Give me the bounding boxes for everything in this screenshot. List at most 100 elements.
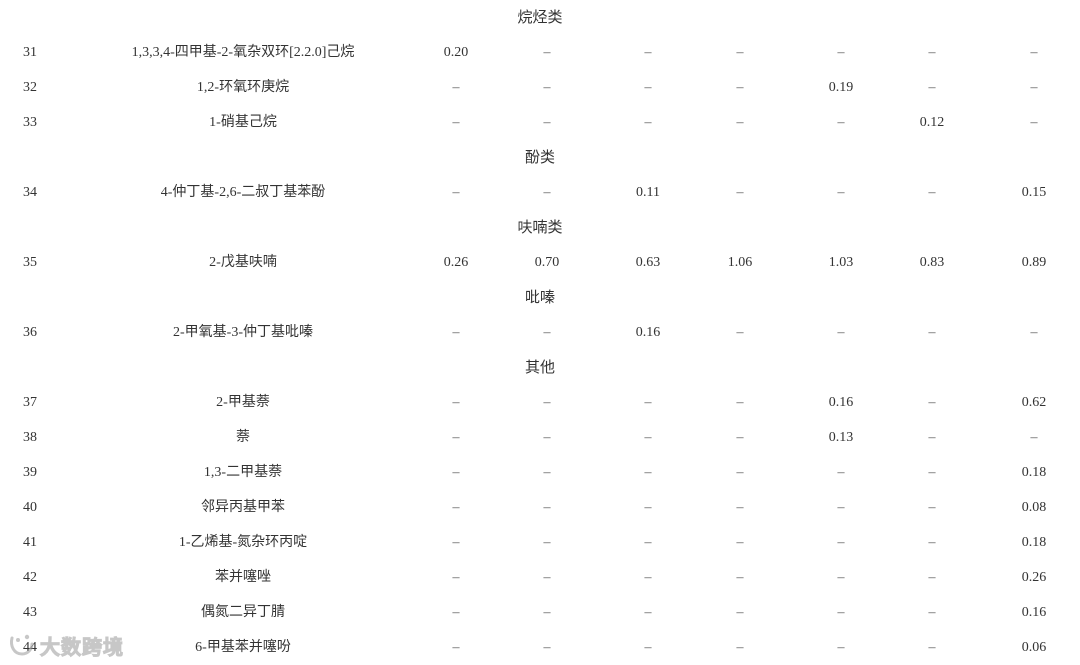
table-row: 44 6-甲基苯并噻吩 – – – – – –0.06: [0, 630, 1080, 665]
row-number: 31: [23, 45, 37, 60]
value-cell: 0.63: [635, 255, 661, 270]
value-cell: 0.18: [1021, 465, 1047, 480]
table-row: 38 萘 – – – – 0.13 – –: [0, 420, 1080, 455]
value-cell: –: [452, 605, 460, 620]
value-cell: 0.70: [534, 255, 560, 270]
value-cell: –: [644, 115, 652, 130]
table-row: 35 2-戊基呋喃 0.26 0.70 0.63 1.06 1.03 0.83 0.89: [0, 245, 1080, 280]
compound-name: 1,3,3,4-四甲基-2-氧杂双环[2.2.0]己烷: [131, 45, 355, 60]
value-cell: 0.15: [1021, 185, 1047, 200]
row-number: 42: [23, 570, 37, 585]
value-cell: –: [452, 395, 460, 410]
value-cell: –: [543, 45, 551, 60]
compound-name: 2-甲基萘: [216, 395, 270, 410]
watermark-text: 大数跨境: [40, 634, 124, 659]
value-cell: –: [928, 395, 936, 410]
row-number: 35: [23, 255, 37, 270]
compound-table: 烷烃类 31 1,3,3,4-四甲基-2-氧杂双环[2.2.0]己烷 0.20 – – – –…: [0, 0, 1080, 665]
value-cell: –: [452, 640, 460, 655]
value-cell: –: [543, 640, 551, 655]
value-cell: –: [736, 500, 744, 515]
compound-name: 邻异丙基甲苯: [201, 500, 285, 515]
value-cell: –: [928, 570, 936, 585]
value-cell: –: [644, 640, 652, 655]
row-number: 37: [23, 395, 37, 410]
value-cell: –: [452, 185, 460, 200]
section-header: 酚类: [524, 148, 555, 166]
value-cell: –: [736, 465, 744, 480]
row-number: 33: [23, 115, 37, 130]
value-cell: –: [837, 325, 845, 340]
value-cell: 0.18: [1021, 535, 1047, 550]
value-cell: 0.26: [1021, 570, 1047, 585]
row-number: 43: [23, 605, 37, 620]
value-cell: –: [1030, 45, 1038, 60]
value-cell: –: [452, 570, 460, 585]
value-cell: –: [543, 395, 551, 410]
table-row: 31 1,3,3,4-四甲基-2-氧杂双环[2.2.0]己烷 0.20 – – – – – –: [0, 35, 1080, 70]
value-cell: 0.83: [919, 255, 945, 270]
table-row: 37 2-甲基萘 – – – – 0.16 – 0.62: [0, 385, 1080, 420]
value-cell: –: [736, 535, 744, 550]
compound-name: 1,3-二甲基萘: [203, 465, 283, 480]
value-cell: –: [837, 535, 845, 550]
value-cell: –: [837, 465, 845, 480]
compound-name: 苯并噻唑: [215, 570, 271, 585]
table-row: 40 邻异丙基甲苯 – – – – – – 0.08: [0, 490, 1080, 525]
smile-logo-icon: [10, 634, 34, 656]
value-cell: –: [928, 185, 936, 200]
value-cell: 1.06: [727, 255, 753, 270]
value-cell: –: [928, 465, 936, 480]
compound-name: 偶氮二异丁腈: [201, 605, 285, 620]
value-cell: –: [452, 430, 460, 445]
value-cell: –: [837, 570, 845, 585]
value-cell: –: [837, 640, 845, 655]
value-cell: 0.11: [636, 185, 660, 200]
value-cell: –: [644, 80, 652, 95]
value-cell: –: [644, 395, 652, 410]
value-cell: –: [928, 640, 936, 655]
value-cell: –: [1030, 325, 1038, 340]
value-cell: –: [452, 115, 460, 130]
section-header: 呋喃类: [517, 218, 563, 236]
value-cell: –: [928, 325, 936, 340]
value-cell: –: [1030, 80, 1038, 95]
value-cell: 0.62: [1021, 395, 1047, 410]
value-cell: –: [644, 500, 652, 515]
value-cell: –: [543, 465, 551, 480]
value-cell: 0.89: [1021, 255, 1047, 270]
value-cell: –: [543, 430, 551, 445]
value-cell: –: [736, 185, 744, 200]
value-cell: –: [928, 535, 936, 550]
value-cell: –: [452, 500, 460, 515]
value-cell: –: [736, 430, 744, 445]
value-cell: –: [543, 570, 551, 585]
table-row: 39 1,3-二甲基萘 – – – – – – 0.18: [0, 455, 1080, 490]
value-cell: 0.06: [1021, 640, 1047, 655]
value-cell: –: [543, 500, 551, 515]
value-cell: –: [644, 45, 652, 60]
value-cell: –: [644, 465, 652, 480]
value-cell: –: [928, 500, 936, 515]
value-cell: –: [736, 45, 744, 60]
value-cell: –: [543, 325, 551, 340]
value-cell: –: [736, 325, 744, 340]
value-cell: –: [928, 430, 936, 445]
compound-name: 1-硝基己烷: [209, 115, 277, 130]
value-cell: –: [543, 185, 551, 200]
value-cell: –: [543, 80, 551, 95]
watermark: 大数跨境: [8, 630, 124, 660]
value-cell: –: [452, 465, 460, 480]
value-cell: –: [543, 115, 551, 130]
value-cell: 0.26: [443, 255, 469, 270]
value-cell: –: [736, 395, 744, 410]
section-header: 其他: [524, 358, 555, 376]
value-cell: –: [837, 45, 845, 60]
value-cell: –: [1030, 115, 1038, 130]
value-cell: 0.12: [919, 115, 945, 130]
row-number: 41: [23, 535, 37, 550]
compound-name: 1-乙烯基-氮杂环丙啶: [178, 535, 308, 550]
row-number: 38: [23, 430, 37, 445]
value-cell: –: [928, 605, 936, 620]
value-cell: –: [837, 115, 845, 130]
